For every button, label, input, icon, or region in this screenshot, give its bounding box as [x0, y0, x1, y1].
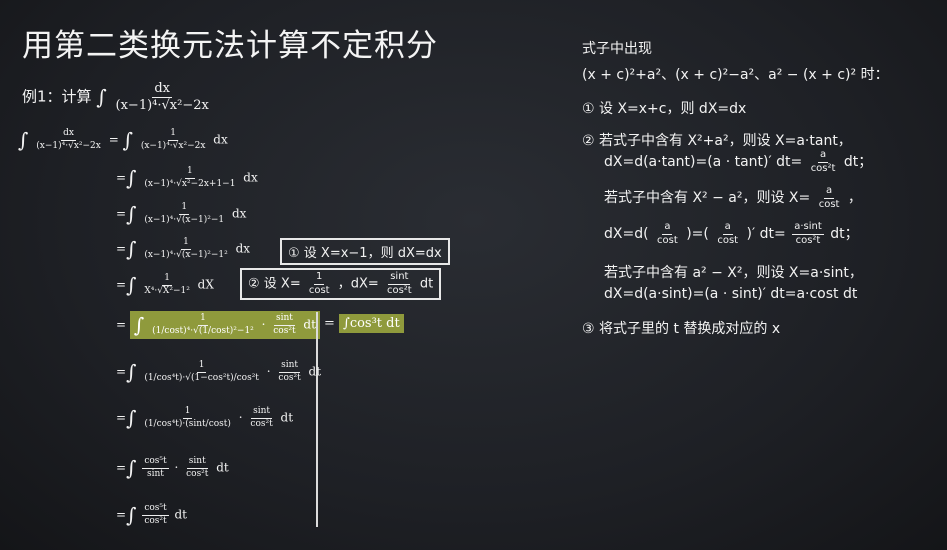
right-rule-1: ① 设 X=x+c，则 dX=dx	[582, 101, 747, 117]
step-8: =∫ cos⁵t sint · sint cos²t dt	[116, 456, 229, 480]
example-fraction: dx (x−1)⁴·√x²−2x	[114, 82, 211, 112]
right-rule-5: ③ 将式子里的 t 替换成对应的 x	[582, 321, 781, 337]
divider-line	[316, 312, 318, 527]
substitution-note-2: ② 设 X= 1 cost ，dX= sint cos²t dt	[240, 268, 442, 300]
right-heading: 式子中出现	[582, 41, 652, 57]
example-line: 例1：计算 ∫ dx (x−1)⁴·√x²−2x	[22, 82, 213, 112]
right-rule-2: ② 若式子中含有 X²+a²，则设 X=a·tant，	[582, 133, 852, 149]
step-4: =∫ 1 (x−1)⁴·√(x−1)²−1² dx	[116, 237, 251, 261]
step-2: =∫ 1 (x−1)⁴·√x²−2x+1−1 dx	[116, 166, 258, 190]
example-denominator: (x−1)⁴·√x²−2x	[115, 97, 209, 113]
step-9: =∫ cos⁵t cos²t dt	[116, 503, 187, 527]
integral-sign: ∫	[96, 85, 107, 110]
result-line: = ∫cos³t dt	[324, 314, 404, 333]
step-3: =∫ 1 (x−1)⁴·√(x−1)²−1 dx	[116, 202, 247, 226]
step-6: =∫ 1 (1/cos⁴t)·√(1−cos²t)/cos²t · sint cos…	[116, 360, 322, 384]
right-rule-3b: dX=d( a cost )=( a cost )′ dt= a·sint cos²t…	[604, 221, 859, 246]
step-7: =∫ 1 (1/cos⁴t)·(sint/cost) · sint cos²t dt	[116, 406, 294, 430]
blackboard: 用第二类换元法计算不定积分 例1：计算 ∫ dx (x−1)⁴·√x²−2x ∫…	[0, 0, 947, 550]
right-rule-4b: dX=d(a·sint)=(a · sint)′ dt=a·cost dt	[604, 286, 858, 302]
step-highlighted: = ∫ 1 (1/cost)⁴·√(1/cost)²−1² · sint cos²t…	[116, 311, 320, 339]
page-title: 用第二类换元法计算不定积分	[22, 28, 438, 64]
right-rule-4: 若式子中含有 a² − X²，则设 X=a·sint，	[604, 265, 863, 281]
right-cases: (x + c)²+a²、(x + c)²−a²、a² − (x + c)² 时：	[582, 67, 889, 83]
highlighted-expression: ∫ 1 (1/cost)⁴·√(1/cost)²−1² · sint cos²t d…	[129, 311, 320, 339]
substitution-note-1: ① 设 X=x−1，则 dX=dx	[280, 238, 450, 265]
highlighted-result: ∫cos³t dt	[339, 314, 404, 333]
right-rule-2b: dX=d(a·tant)=(a · tant)′ dt= a cos²t dt；	[604, 149, 873, 174]
step-5: =∫ 1 X⁴·√X²−1² dX	[116, 273, 214, 297]
example-numerator: dx	[152, 81, 173, 98]
right-rule-3: 若式子中含有 X² − a²，则设 X= a cost ，	[604, 185, 862, 210]
step-1: ∫ dx (x−1)⁴·√x²−2x = ∫ 1 (x−1)⁴·√x²−2x dx	[18, 128, 228, 152]
example-label: 例1：计算	[22, 87, 92, 106]
